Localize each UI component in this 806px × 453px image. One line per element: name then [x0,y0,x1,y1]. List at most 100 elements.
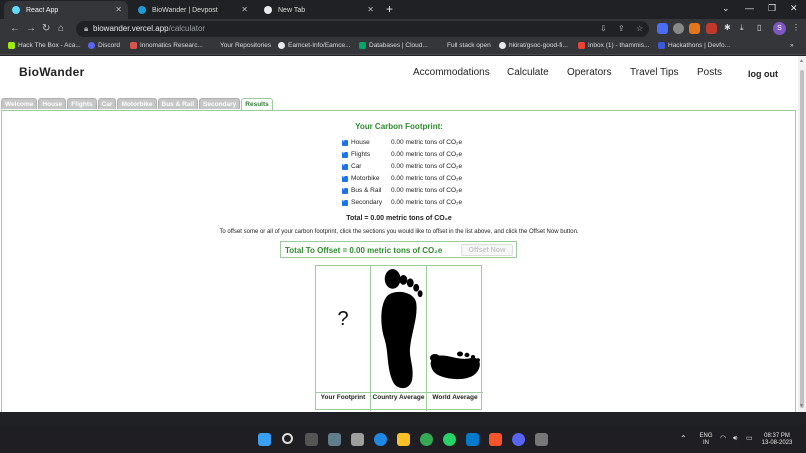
discord-taskbar-icon[interactable] [512,433,525,446]
bookmark-item[interactable]: Full stack open [447,42,491,49]
bookmark-item[interactable]: hkirat/gsoc-good-fi... [499,42,568,49]
tab-flights[interactable]: Flights [67,98,97,109]
offset-total: Total To Offset = 0.00 metric tons of CO… [285,246,443,255]
whatsapp-icon[interactable] [443,433,456,446]
edge-icon[interactable] [374,433,387,446]
footprint-row-car: Car 0.00 metric tons of CO₂e [342,161,462,172]
task-view-icon[interactable] [305,433,318,446]
secondary-checkbox[interactable] [342,197,348,206]
reload-icon[interactable]: ↻ [42,23,50,34]
footprint-row-secondary: Secondary 0.00 metric tons of CO₂e [342,197,462,208]
your-footprint-column: ? Your Footprint [316,266,371,411]
file-explorer-icon[interactable] [397,433,410,446]
footprint-row-flights: Flights 0.00 metric tons of CO₂e [342,149,462,160]
side-panel-icon[interactable]: ▯ [757,23,761,32]
install-app-icon[interactable]: ⇩ [600,24,607,33]
bookmark-item[interactable]: Eamcet-Info/Eamce... [278,42,351,49]
bookmark-item[interactable]: Innomatics Researc... [130,42,203,49]
address-bar[interactable]: 🔒︎ biowander.vercel.app/calculator ⇩ ⇪ ☆ [76,21,649,37]
back-icon[interactable]: ← [10,23,20,34]
bookmark-item[interactable]: Hackathons | Devfo... [658,42,730,49]
profile-avatar[interactable]: S [773,22,786,35]
download-icon[interactable]: ⤓ [740,23,744,33]
chrome-icon [264,6,272,14]
bookmark-item[interactable]: Discord [88,42,120,49]
your-footprint-label: Your Footprint [316,392,370,402]
window-close-icon[interactable]: ✕ [790,3,798,14]
language-indicator[interactable]: ENG IN [696,433,716,447]
nav-travel-tips[interactable]: Travel Tips [630,67,679,78]
country-average-column: Country Average [371,266,427,411]
extension-icon[interactable] [706,23,717,34]
small-footprint-icon [430,351,480,380]
wifi-icon[interactable]: ◠ [720,435,726,442]
nav-calculate[interactable]: Calculate [507,67,549,78]
windows-start-icon[interactable] [258,433,271,446]
footprint-row-bus-rail: Bus & Rail 0.00 metric tons of CO₂e [342,185,462,196]
app-icon[interactable] [351,433,364,446]
bookmark-star-icon[interactable]: ☆ [636,24,643,33]
unknown-footprint-mark: ? [337,308,349,330]
brave-icon[interactable] [489,433,502,446]
house-checkbox[interactable] [342,137,348,146]
maximize-icon[interactable]: ❐ [768,3,776,14]
more-bookmarks-icon[interactable]: » [790,42,794,49]
extension-icon[interactable] [673,23,684,34]
bookmark-item[interactable]: Inbox (1) - thammis... [578,42,649,49]
tab-welcome[interactable]: Welcome [1,98,38,109]
camera-app-icon[interactable] [328,433,341,446]
browser-toolbar: ← → ↻ ⌂ 🔒︎ biowander.vercel.app/calculat… [0,19,806,39]
minimize-icon[interactable]: — [745,3,754,13]
share-icon[interactable]: ⇪ [618,24,625,33]
tray-overflow-icon[interactable]: ⌃ [680,435,687,443]
tab-secondary[interactable]: Secondary [199,98,241,109]
tab-results[interactable]: Results [241,98,273,110]
bus-rail-checkbox[interactable] [342,185,348,194]
nav-operators[interactable]: Operators [567,67,611,78]
extension-icon[interactable] [657,23,668,34]
site-logo[interactable]: BioWander [19,65,85,79]
tab-motorbike[interactable]: Motorbike [117,98,157,109]
home-icon[interactable]: ⌂ [58,23,64,34]
battery-icon[interactable]: ▭ [746,435,753,442]
bookmark-item[interactable]: Your Repositories [220,42,271,49]
tab-house[interactable]: House [38,98,67,109]
browser-tab-new-tab[interactable]: New Tab ✕ [256,1,380,19]
flights-checkbox[interactable] [342,149,348,158]
tab-search-icon[interactable]: ⌄ [722,3,730,14]
vscode-icon[interactable] [466,433,479,446]
clock[interactable]: 08:37 PM 13-08-2023 [760,433,794,447]
close-icon[interactable]: ✕ [241,5,248,14]
new-tab-button[interactable]: + [386,2,393,16]
tab-car[interactable]: Car [97,98,117,109]
tab-bus-rail[interactable]: Bus & Rail [157,98,199,109]
app-icon[interactable] [535,433,548,446]
nav-posts[interactable]: Posts [697,67,722,78]
close-icon[interactable]: ✕ [367,5,374,14]
nav-accommodations[interactable]: Accommodations [413,67,490,78]
close-icon[interactable]: ✕ [115,5,122,14]
footprint-title: Your Carbon Footprint: [355,122,443,131]
scroll-down-icon[interactable]: ▼ [799,403,804,409]
bookmark-item[interactable]: Databases | Cloud... [359,42,428,49]
lock-icon[interactable]: 🔒︎ [84,24,88,34]
scroll-up-icon[interactable]: ▲ [799,58,804,64]
volume-icon[interactable]: 🔊︎ [733,435,737,442]
car-checkbox[interactable] [342,161,348,170]
offset-instructions: To offset some or all of your carbon foo… [219,229,579,235]
scrollbar-thumb[interactable] [800,70,804,408]
tab-title: React App [26,6,59,14]
puzzle-icon[interactable]: ✱ [724,23,731,32]
page-scrollbar[interactable]: ▲ ▼ [798,56,806,412]
motorbike-checkbox[interactable] [342,173,348,182]
forward-icon[interactable]: → [26,23,36,34]
metamask-icon[interactable] [689,23,700,34]
offset-now-button[interactable]: Offset Now [461,244,513,256]
browser-tab-devpost[interactable]: BioWander | Devpost ✕ [130,1,254,19]
menu-kebab-icon[interactable]: ⋮ [792,23,800,32]
search-icon[interactable] [282,433,293,444]
chrome-taskbar-icon[interactable] [420,433,433,446]
logout-link[interactable]: log out [748,69,778,79]
bookmark-item[interactable]: Hack The Box - Aca... [8,42,81,49]
browser-tab-react-app[interactable]: React App ✕ [4,1,128,19]
